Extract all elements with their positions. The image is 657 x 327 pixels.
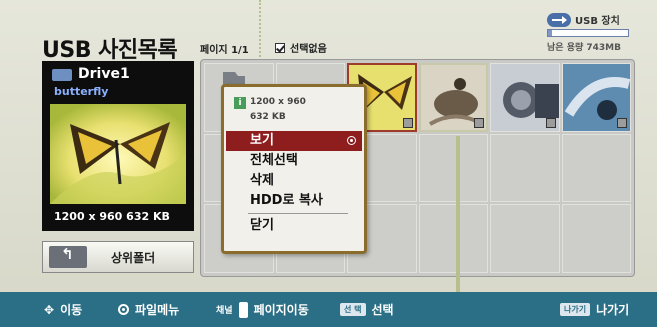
thumbnail-checkbox[interactable] [402, 117, 413, 128]
help-page-move-label: 페이지이동 [253, 303, 309, 317]
help-back-label: 나가기 [596, 303, 630, 317]
thumbnail-checkbox[interactable] [545, 117, 556, 128]
help-select-label: 선택 [371, 303, 394, 317]
channel-label: 채널 [216, 306, 233, 316]
free-space-text: 남은 용량 743MB [547, 43, 621, 53]
menu-item-label: 보기 [250, 133, 274, 148]
menu-file-size: 632 KB [250, 112, 286, 122]
menu-list: 보기 전체선택 삭제 HDD로 복사 닫기 [226, 131, 362, 236]
select-key-icon: 선 택 [340, 303, 366, 316]
grid-cell[interactable] [561, 204, 631, 273]
up-folder-button[interactable]: 상위폴더 [42, 241, 194, 273]
menu-item-copy-to-hdd[interactable]: HDD로 복사 [226, 191, 362, 211]
info-icon: i [234, 97, 246, 109]
photo-thumbnail-headphones[interactable] [561, 63, 631, 132]
help-file-menu: 파일메뉴 [118, 292, 179, 327]
grid-cell[interactable] [561, 133, 631, 203]
menu-divider [248, 213, 348, 214]
folder-up-icon [49, 245, 87, 268]
usb-device-label: USB 장치 [575, 16, 620, 27]
preview-info: 1200 x 960 632 KB [54, 210, 170, 223]
file-context-menu: i 1200 x 960 632 KB 보기 전체선택 삭제 HDD로 복사 닫… [221, 84, 367, 254]
thumbnail-checkbox[interactable] [474, 117, 484, 128]
drive-name: Drive1 [78, 66, 130, 82]
menu-item-delete[interactable]: 삭제 [226, 171, 362, 191]
preview-image [50, 104, 186, 204]
page-title: USB 사진목록 [42, 38, 178, 63]
usb-device-indicator: USB 장치 [547, 12, 620, 27]
photo-thumbnail-device[interactable] [490, 63, 560, 132]
photo-thumbnail-rider[interactable] [418, 63, 488, 132]
bottom-help-bar: ✥ 이동 파일메뉴 채널 페이지이동 선 택 선택 나가기 나가기 [0, 292, 657, 327]
select-none-label: 선택없음 [290, 44, 327, 55]
thumbnail-checkbox[interactable] [617, 117, 627, 128]
grid-cell[interactable] [490, 204, 560, 273]
help-move: ✥ 이동 [44, 292, 82, 327]
menu-item-select-all[interactable]: 전체선택 [226, 151, 362, 171]
folder-name: butterfly [54, 85, 109, 98]
menu-item-close[interactable]: 닫기 [226, 216, 362, 236]
usb-photo-list-screen: USB 사진목록 페이지 1/1 선택없음 USB 장치 남은 용량 743MB… [0, 0, 657, 327]
ok-button-icon [118, 304, 129, 315]
capacity-bar [547, 29, 629, 37]
up-folder-label: 상위폴더 [111, 250, 156, 265]
capacity-fill [548, 30, 552, 36]
help-page-move: 채널 페이지이동 [216, 292, 309, 327]
grid-cell[interactable] [490, 133, 560, 203]
help-move-label: 이동 [60, 303, 83, 317]
radio-selected-icon [347, 136, 356, 145]
menu-item-view[interactable]: 보기 [226, 131, 362, 151]
select-none-toggle[interactable]: 선택없음 [275, 40, 327, 55]
move-arrows-icon: ✥ [44, 302, 55, 317]
help-file-menu-label: 파일메뉴 [135, 303, 180, 317]
channel-button-icon [238, 301, 248, 318]
usb-icon [547, 12, 571, 27]
page-indicator: 페이지 1/1 [200, 45, 249, 56]
preview-panel: Drive1 butterfly 1200 x 960 632 KB [42, 61, 194, 231]
help-back: 나가기 나가기 [560, 292, 629, 327]
back-key-icon: 나가기 [560, 303, 591, 316]
help-select: 선 택 선택 [340, 292, 394, 327]
grid-cell[interactable] [418, 204, 488, 273]
menu-resolution: 1200 x 960 [250, 97, 306, 107]
checkbox-icon[interactable] [275, 42, 285, 53]
drive-icon [52, 69, 72, 81]
grid-cell[interactable] [418, 133, 488, 203]
